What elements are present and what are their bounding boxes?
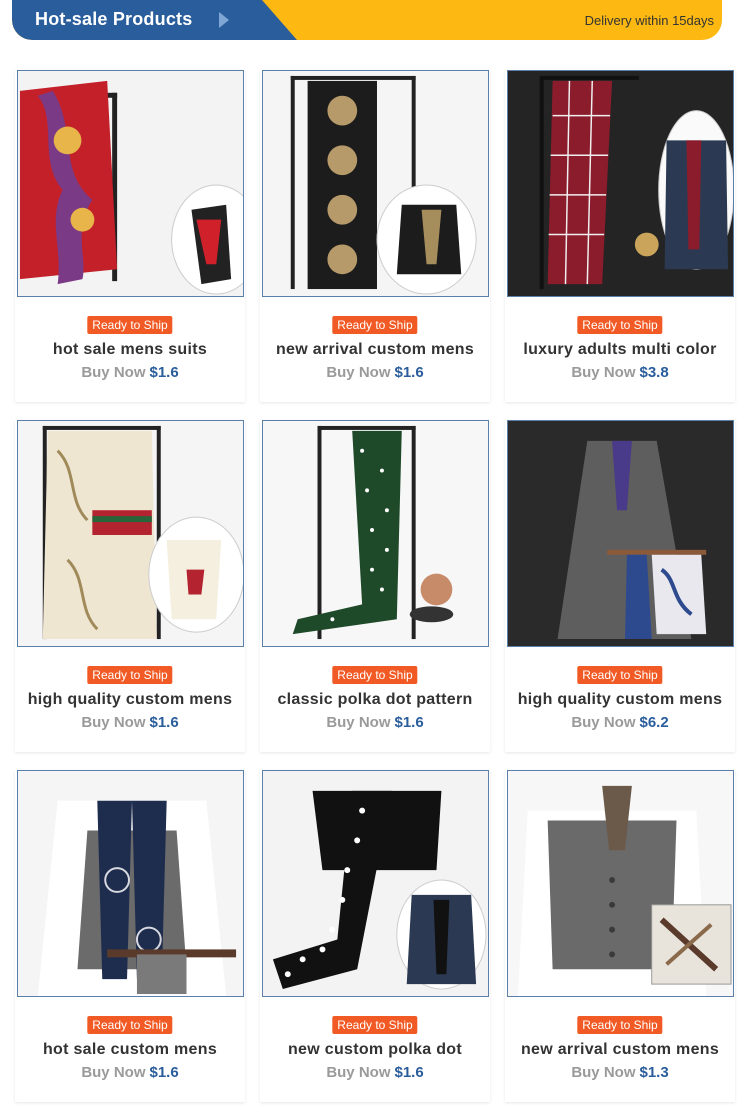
product-title[interactable]: classic polka dot pattern xyxy=(260,691,490,709)
product-image[interactable] xyxy=(507,770,734,997)
product-card[interactable]: Ready to Ship new custom polka dot Buy N… xyxy=(260,770,490,1102)
price-line: Buy Now $1.6 xyxy=(15,364,245,381)
product-title[interactable]: luxury adults multi color xyxy=(505,341,735,359)
product-card[interactable]: Ready to Ship classic polka dot pattern … xyxy=(260,420,490,752)
product-price: $1.6 xyxy=(149,714,179,731)
price-line: Buy Now $1.3 xyxy=(505,1064,735,1081)
price-line: Buy Now $1.6 xyxy=(15,1064,245,1081)
product-card[interactable]: Ready to Ship high quality custom mens B… xyxy=(15,420,245,752)
product-title[interactable]: high quality custom mens xyxy=(505,691,735,709)
product-card[interactable]: Ready to Ship hot sale mens suits Buy No… xyxy=(15,70,245,402)
grey-vest-scarf-image xyxy=(508,771,733,996)
buy-now-label[interactable]: Buy Now xyxy=(326,714,390,731)
plaid-scarf-image xyxy=(508,71,733,296)
product-price: $1.6 xyxy=(149,1064,179,1081)
buy-now-label[interactable]: Buy Now xyxy=(81,714,145,731)
ready-to-ship-badge: Ready to Ship xyxy=(87,1016,173,1034)
ready-to-ship-badge: Ready to Ship xyxy=(332,316,418,334)
price-line: Buy Now $1.6 xyxy=(260,364,490,381)
product-card[interactable]: Ready to Ship high quality custom mens B… xyxy=(505,420,735,752)
product-title[interactable]: new arrival custom mens xyxy=(260,341,490,359)
ready-to-ship-badge: Ready to Ship xyxy=(332,666,418,684)
product-price: $3.8 xyxy=(639,364,669,381)
product-price: $6.2 xyxy=(639,714,669,731)
product-image[interactable] xyxy=(262,770,489,997)
price-line: Buy Now $3.8 xyxy=(505,364,735,381)
product-title[interactable]: hot sale mens suits xyxy=(15,341,245,359)
ready-to-ship-badge: Ready to Ship xyxy=(87,666,173,684)
price-line: Buy Now $1.6 xyxy=(260,1064,490,1081)
product-grid: Ready to Ship hot sale mens suits Buy No… xyxy=(0,0,750,1120)
equestrian-scarf-image xyxy=(18,421,243,646)
price-line: Buy Now $6.2 xyxy=(505,714,735,731)
product-title[interactable]: hot sale custom mens xyxy=(15,1041,245,1059)
product-title[interactable]: new arrival custom mens xyxy=(505,1041,735,1059)
ready-to-ship-badge: Ready to Ship xyxy=(332,1016,418,1034)
buy-now-label[interactable]: Buy Now xyxy=(326,1064,390,1081)
buy-now-label[interactable]: Buy Now xyxy=(326,364,390,381)
product-price: $1.6 xyxy=(149,364,179,381)
product-image[interactable] xyxy=(507,420,734,647)
ornate-scarf-image xyxy=(263,71,488,296)
navy-scarf-vest-image xyxy=(18,771,243,996)
product-image[interactable] xyxy=(17,420,244,647)
buy-now-label[interactable]: Buy Now xyxy=(571,1064,635,1081)
product-title[interactable]: high quality custom mens xyxy=(15,691,245,709)
green-polka-scarf-image xyxy=(263,421,488,646)
price-line: Buy Now $1.6 xyxy=(260,714,490,731)
buy-now-label[interactable]: Buy Now xyxy=(81,364,145,381)
ready-to-ship-badge: Ready to Ship xyxy=(577,666,663,684)
product-price: $1.6 xyxy=(394,1064,424,1081)
product-image[interactable] xyxy=(262,70,489,297)
product-image[interactable] xyxy=(17,70,244,297)
ready-to-ship-badge: Ready to Ship xyxy=(577,316,663,334)
product-price: $1.6 xyxy=(394,714,424,731)
product-price: $1.6 xyxy=(394,364,424,381)
product-image[interactable] xyxy=(507,70,734,297)
grey-suit-scarves-image xyxy=(508,421,733,646)
product-card[interactable]: Ready to Ship new arrival custom mens Bu… xyxy=(505,770,735,1102)
price-line: Buy Now $1.6 xyxy=(15,714,245,731)
product-card[interactable]: Ready to Ship new arrival custom mens Bu… xyxy=(260,70,490,402)
buy-now-label[interactable]: Buy Now xyxy=(571,364,635,381)
product-title[interactable]: new custom polka dot xyxy=(260,1041,490,1059)
product-card[interactable]: Ready to Ship hot sale custom mens Buy N… xyxy=(15,770,245,1102)
buy-now-label[interactable]: Buy Now xyxy=(81,1064,145,1081)
black-polka-scarf-image xyxy=(263,771,488,996)
product-image[interactable] xyxy=(17,770,244,997)
ready-to-ship-badge: Ready to Ship xyxy=(87,316,173,334)
paisley-scarf-image xyxy=(18,71,243,296)
product-card[interactable]: Ready to Ship luxury adults multi color … xyxy=(505,70,735,402)
ready-to-ship-badge: Ready to Ship xyxy=(577,1016,663,1034)
product-price: $1.3 xyxy=(639,1064,669,1081)
product-image[interactable] xyxy=(262,420,489,647)
buy-now-label[interactable]: Buy Now xyxy=(571,714,635,731)
